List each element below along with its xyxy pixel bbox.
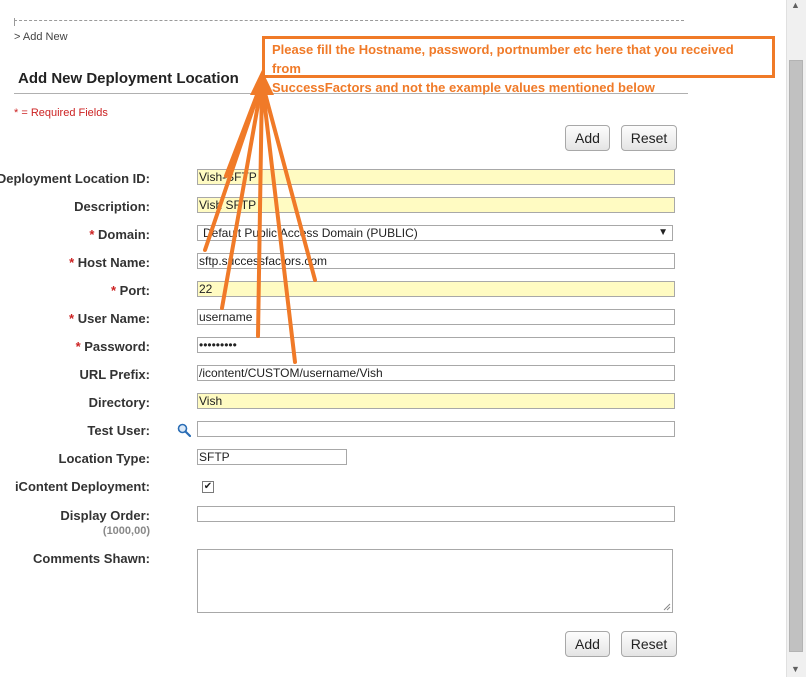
location-type-input[interactable] — [197, 449, 347, 465]
domain-selected-value: Default Public Access Domain (PUBLIC) — [203, 226, 418, 240]
icontent-deployment-checkbox[interactable]: ✔ — [202, 481, 214, 493]
triangle-down-icon: ▼ — [658, 227, 668, 238]
content-frame: > Add New Add New Deployment Location * … — [0, 0, 786, 677]
port-input[interactable] — [197, 281, 675, 297]
directory-label: Directory: — [88, 395, 150, 410]
vertical-scrollbar[interactable]: ▲ ▼ — [786, 0, 806, 677]
port-label: * Port: — [110, 283, 150, 298]
display-order-hint: (1000,00) — [102, 525, 150, 537]
description-label: Description: — [74, 199, 150, 214]
scroll-up-icon[interactable]: ▲ — [791, 0, 800, 10]
required-fields-note: * = Required Fields — [14, 107, 108, 119]
location-id-input[interactable] — [197, 169, 675, 185]
scrollbar-thumb[interactable] — [789, 60, 803, 652]
description-input[interactable] — [197, 197, 675, 213]
display-order-input[interactable] — [197, 506, 675, 522]
add-button-bottom[interactable]: Add — [565, 631, 610, 657]
comments-textarea[interactable] — [197, 549, 673, 613]
add-button-top[interactable]: Add — [565, 125, 610, 151]
location-id-label: * Deployment Location ID: — [0, 171, 150, 186]
test-user-input[interactable] — [197, 421, 675, 437]
directory-input[interactable] — [197, 393, 675, 409]
host-name-input[interactable] — [197, 253, 675, 269]
password-input[interactable] — [197, 337, 675, 353]
annotation-callout: Please fill the Hostname, password, port… — [262, 36, 775, 95]
test-user-label: Test User: — [87, 423, 150, 438]
domain-select[interactable]: Default Public Access Domain (PUBLIC) ▼ — [197, 225, 673, 241]
user-name-label: * User Name: — [69, 311, 150, 326]
page-title: Add New Deployment Location — [18, 70, 239, 87]
annotation-line-2: SuccessFactors and not the example value… — [272, 80, 655, 95]
resize-grip-icon[interactable] — [663, 603, 671, 611]
domain-label: * Domain: — [89, 227, 150, 242]
checkmark-icon: ✔ — [203, 481, 213, 492]
comments-label: Comments Shawn: — [32, 551, 150, 566]
annotation-line-1: Please fill the Hostname, password, port… — [272, 42, 734, 76]
reset-button-bottom[interactable]: Reset — [621, 631, 677, 657]
scroll-down-icon[interactable]: ▼ — [791, 664, 800, 674]
url-prefix-input[interactable] — [197, 365, 675, 381]
magnifier-icon[interactable] — [177, 423, 191, 437]
user-name-input[interactable] — [197, 309, 675, 325]
url-prefix-label: URL Prefix: — [79, 367, 150, 382]
host-name-label: * Host Name: — [69, 255, 150, 270]
breadcrumb[interactable]: > Add New — [14, 31, 68, 43]
location-type-label: Location Type: — [58, 451, 150, 466]
display-order-label: Display Order: — [60, 508, 150, 523]
password-label: * Password: — [75, 339, 150, 354]
dotted-divider — [14, 20, 684, 21]
icontent-deployment-label: iContent Deployment: — [14, 479, 150, 494]
reset-button-top[interactable]: Reset — [621, 125, 677, 151]
